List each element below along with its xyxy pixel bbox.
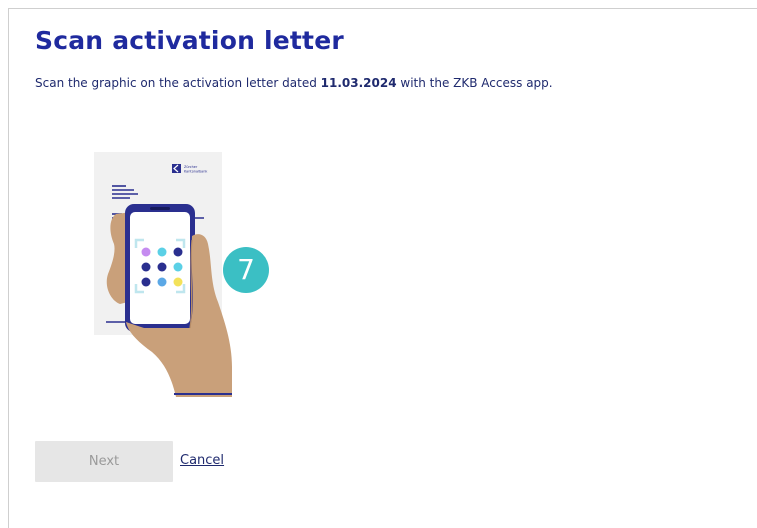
step-number-badge: 7 (223, 247, 269, 293)
page-title: Scan activation letter (35, 26, 344, 55)
instructions-suffix: with the ZKB Access app. (396, 76, 553, 90)
code-dot (141, 247, 151, 257)
bank-logo-icon (172, 164, 181, 173)
code-dot (157, 247, 167, 257)
letter-brand-line-1: Zürcher (184, 165, 198, 169)
code-dot (173, 262, 183, 272)
code-dot (173, 277, 183, 287)
scan-letter-illustration: Zürcher Kantonalbank (86, 152, 238, 397)
instructions-prefix: Scan the graphic on the activation lette… (35, 76, 321, 90)
activation-code-dots (141, 247, 183, 287)
activation-letter-date: 11.03.2024 (320, 76, 397, 90)
code-dot (141, 262, 151, 272)
code-dot (157, 262, 167, 272)
code-dot (173, 247, 183, 257)
cancel-link[interactable]: Cancel (180, 453, 224, 468)
next-button[interactable]: Next (35, 441, 173, 482)
page-instructions: Scan the graphic on the activation lette… (35, 76, 553, 90)
code-dot (141, 277, 151, 287)
phone-scanning-letter-graphic: Zürcher Kantonalbank (94, 152, 232, 397)
letter-brand-line-2: Kantonalbank (184, 170, 207, 174)
phone-speaker (150, 207, 170, 210)
code-dot (157, 277, 167, 287)
